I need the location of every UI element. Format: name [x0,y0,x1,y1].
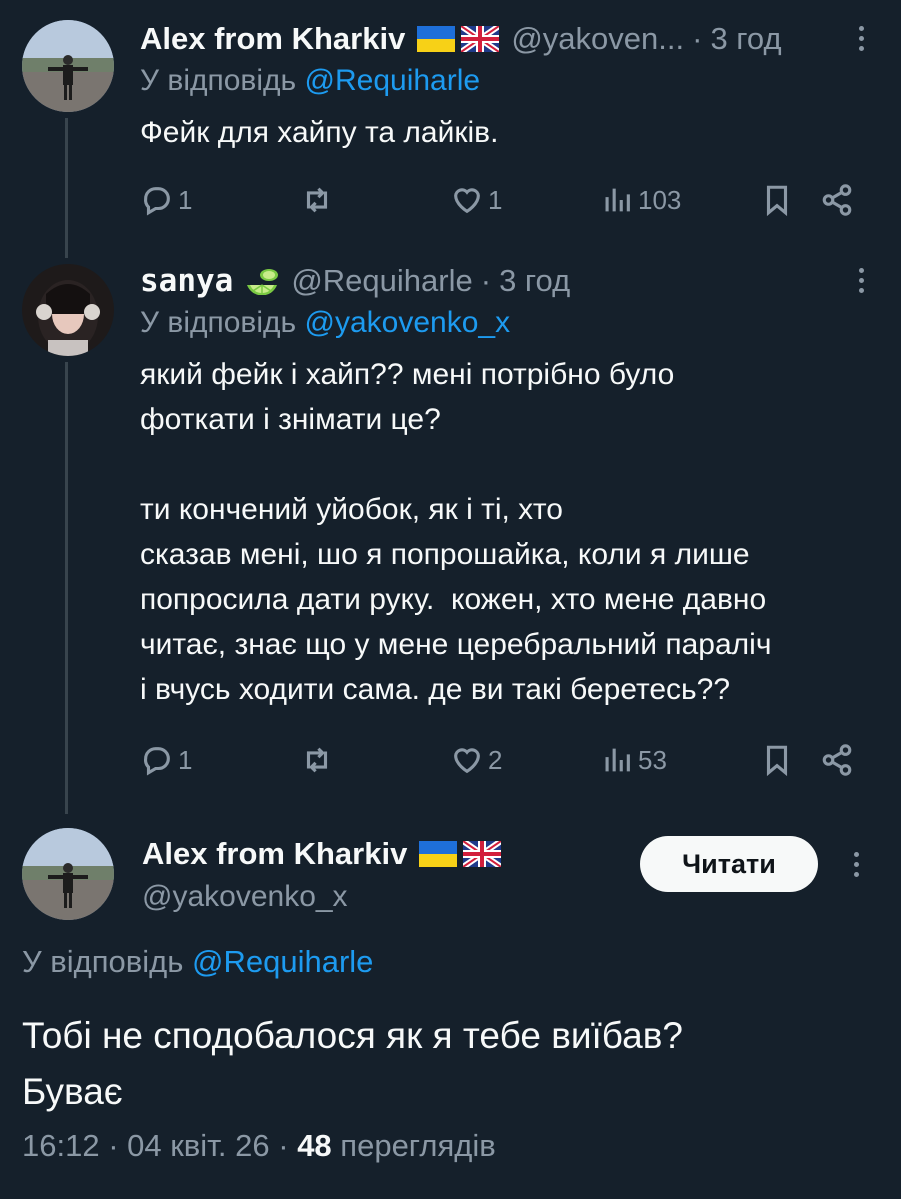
reply-prefix: У відповідь [22,944,192,979]
retweet-button[interactable] [300,743,450,777]
reply-button[interactable]: 1 [140,183,300,217]
author-name[interactable]: Alex from Kharkiv [140,21,405,57]
like-count: 2 [488,744,503,775]
like-icon [454,188,480,214]
views-icon [605,748,630,772]
views-button[interactable]: 53 [600,743,760,777]
share-icon [822,184,852,216]
reply-prefix: У відповідь [140,64,305,97]
author-name[interactable]: Alex from Kharkiv [142,836,407,872]
thread-line [65,362,68,814]
more-icon[interactable] [851,18,871,58]
views-count: 53 [638,744,667,775]
tweet-time[interactable]: 16:12 [22,1128,100,1163]
reply-count: 1 [178,744,193,775]
reply-icon [144,187,170,216]
avatar[interactable] [22,264,114,356]
tweet-meta: 16:12 · 04 квіт. 26 · 48 переглядів [22,1128,496,1164]
separator-dot: · [692,21,703,56]
tweet-text: який фейк і хайп?? мені потрібно було фо… [140,358,772,706]
views-label: переглядів [340,1128,496,1163]
separator-dot: · [108,1128,128,1163]
bookmark-icon [766,185,788,217]
ukraine-flag-icon [417,26,456,52]
tweet-time[interactable]: 3 год [710,21,781,57]
author-handle[interactable]: @yakoven... [511,21,684,57]
tweet-text: Тобі не сподобалося як я тебе виїбав? Бу… [22,1015,683,1112]
more-icon[interactable] [851,260,871,300]
bookmark-icon [766,745,788,777]
author-handle[interactable]: @yakovenko_x [142,880,501,914]
tweet-text: Фейк для хайпу та лайків. [140,116,499,149]
action-bar: 1 1 103 [140,180,861,220]
retweet-button[interactable] [300,183,450,217]
tweet[interactable]: Alex from Kharkiv @yakoven... · 3 год У … [140,16,871,155]
views-button[interactable]: 103 [600,183,760,217]
like-count: 1 [488,184,503,215]
share-button[interactable] [820,183,860,217]
separator-dot: · [480,263,492,298]
views-icon [605,188,630,212]
like-button[interactable]: 1 [450,183,600,217]
reply-icon [144,747,170,776]
avatar[interactable] [22,20,114,112]
reply-context: У відповідь @Requiharle [140,64,871,98]
separator-dot: · [278,1128,298,1163]
tweet-date[interactable]: 04 квіт. 26 [127,1128,269,1163]
tweet-header: sanya @Requiharle · 3 год [140,258,871,304]
action-bar: 1 2 53 [140,740,861,780]
views-count: 103 [638,184,682,215]
reply-mention-link[interactable]: @Requiharle [305,64,481,97]
retweet-icon [306,747,328,773]
more-icon[interactable] [846,844,866,884]
reply-count: 1 [178,184,193,215]
tweet-header: Alex from Kharkiv @yakoven... · 3 год [140,16,871,62]
author-name[interactable]: sanya [140,263,233,299]
follow-button[interactable]: Читати [640,836,818,892]
reply-context: У відповідь @yakovenko_x [140,306,871,340]
reply-mention-link[interactable]: @Requiharle [192,944,373,979]
reply-button[interactable]: 1 [140,743,300,777]
uk-flag-icon [461,26,500,52]
share-button[interactable] [820,743,860,777]
retweet-icon [306,187,328,213]
ukraine-flag-icon [419,841,458,867]
share-icon [822,744,852,776]
uk-flag-icon [463,841,502,867]
reply-prefix: У відповідь [140,306,305,339]
author-handle[interactable]: @Requiharle [291,263,472,299]
tweet[interactable]: sanya @Requiharle · 3 год У відповідь @y… [140,258,871,712]
reply-context: У відповідь @Requiharle [22,944,373,980]
like-button[interactable]: 2 [450,743,600,777]
views-count: 48 [297,1128,332,1163]
like-icon [454,748,480,774]
thread-line [65,118,68,258]
reply-mention-link[interactable]: @yakovenko_x [305,306,511,339]
avatar[interactable] [22,828,114,920]
tweet-time[interactable]: 3 год [499,263,570,299]
main-tweet-header: Alex from Kharkiv @yakovenko_x [142,832,502,914]
bookmark-button[interactable] [760,183,820,217]
bookmark-button[interactable] [760,743,820,777]
lime-emoji-icon [247,269,279,295]
